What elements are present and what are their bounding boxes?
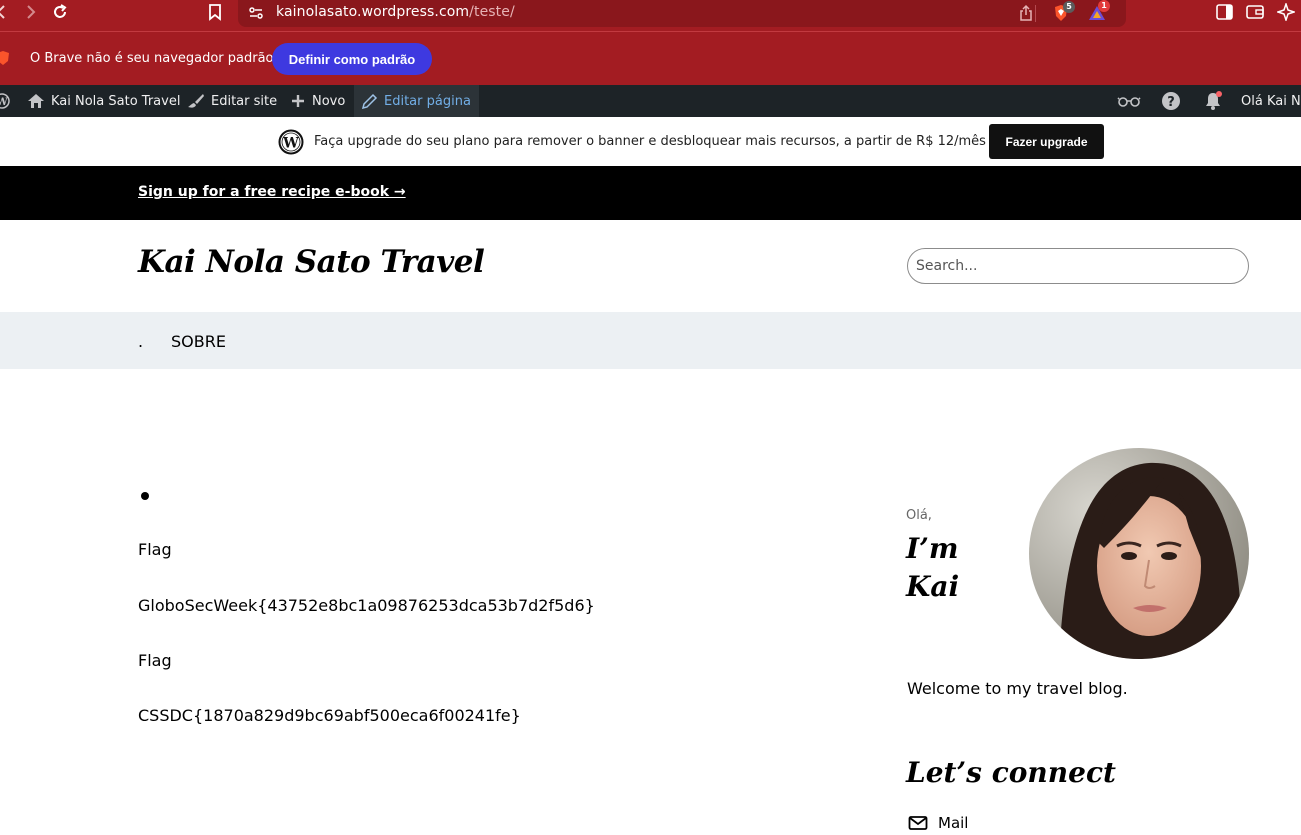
content-line-2: GloboSecWeek{43752e8bc1a09876253dca53b7d… xyxy=(138,596,595,615)
leo-ai-icon[interactable] xyxy=(1277,3,1295,21)
set-default-button[interactable]: Definir como padrão xyxy=(272,43,432,75)
upgrade-banner: W Faça upgrade do seu plano para remover… xyxy=(0,117,1301,166)
avatar xyxy=(1029,448,1249,659)
content-line-3: Flag xyxy=(138,651,172,670)
brave-rewards-icon[interactable]: 1 xyxy=(1088,0,1110,22)
wordpress-logo-icon[interactable]: W xyxy=(0,85,16,117)
plus-icon xyxy=(292,95,304,107)
admin-new-label: Novo xyxy=(312,93,346,109)
menu-item-dot[interactable]: . xyxy=(138,332,143,351)
wp-admin-bar: W Kai Nola Sato Travel Editar site Novo … xyxy=(0,85,1301,117)
home-icon xyxy=(28,94,44,108)
forward-icon[interactable] xyxy=(24,3,36,21)
share-icon[interactable] xyxy=(1018,4,1034,22)
ebook-signup-link[interactable]: Sign up for a free recipe e-book → xyxy=(138,184,406,200)
help-icon[interactable]: ? xyxy=(1161,85,1187,117)
admin-edit-page[interactable]: Editar página xyxy=(354,85,479,117)
content-line-4: CSSDC{1870a829d9bc69abf500eca6f00241fe} xyxy=(138,706,521,725)
reload-icon[interactable] xyxy=(51,3,69,21)
site-title[interactable]: Kai Nola Sato Travel xyxy=(138,244,485,280)
sidebar-heading: I’m Kai xyxy=(906,532,960,603)
address-bar[interactable]: kainolasato.wordpress.com/teste/ 5 1 xyxy=(238,0,1126,27)
wordpress-logo-icon: W xyxy=(278,129,304,155)
promo-bar: Sign up for a free recipe e-book → xyxy=(0,166,1301,220)
brush-icon xyxy=(188,94,204,108)
svg-text:W: W xyxy=(0,97,8,108)
list-bullet xyxy=(141,492,149,500)
svg-text:W: W xyxy=(282,136,299,152)
mail-link[interactable]: Mail xyxy=(908,814,968,832)
shields-count-badge: 5 xyxy=(1063,1,1075,13)
url-path: /teste/ xyxy=(469,4,515,20)
upgrade-text: Faça upgrade do seu plano para remover o… xyxy=(314,134,986,149)
rewards-count-badge: 1 xyxy=(1098,0,1110,12)
mail-icon xyxy=(908,816,928,830)
connect-heading: Let’s connect xyxy=(906,756,1116,789)
notifications-icon[interactable] xyxy=(1203,85,1229,117)
notice-text: O Brave não é seu navegador padrão xyxy=(30,51,274,66)
brave-shields-icon[interactable]: 5 xyxy=(1053,1,1075,22)
upgrade-button[interactable]: Fazer upgrade xyxy=(989,124,1104,159)
admin-edit-site[interactable]: Editar site xyxy=(187,85,277,117)
search-input[interactable] xyxy=(907,248,1249,284)
url-text: kainolasato.wordpress.com/teste/ xyxy=(276,4,515,20)
pencil-icon xyxy=(362,93,378,109)
url-domain: kainolasato.wordpress.com xyxy=(276,4,470,20)
admin-greeting[interactable]: Olá Kai Nola xyxy=(1241,85,1301,117)
brave-logo-icon xyxy=(0,50,10,66)
admin-edit-page-label: Editar página xyxy=(384,93,471,109)
sidebar-hello: Olá, xyxy=(906,508,932,523)
back-icon[interactable] xyxy=(0,3,8,21)
sidebar-icon[interactable] xyxy=(1216,4,1233,22)
browser-toolbar: kainolasato.wordpress.com/teste/ 5 1 xyxy=(0,0,1301,32)
site-settings-icon[interactable] xyxy=(248,5,264,21)
reader-icon[interactable] xyxy=(1117,85,1147,117)
mail-label: Mail xyxy=(938,814,969,832)
admin-site-name[interactable]: Kai Nola Sato Travel xyxy=(27,85,180,117)
content-line-1: Flag xyxy=(138,540,172,559)
admin-edit-site-label: Editar site xyxy=(211,93,278,109)
bookmark-icon[interactable] xyxy=(208,3,222,21)
main-menu: . SOBRE xyxy=(0,312,1301,369)
sidebar-welcome: Welcome to my travel blog. xyxy=(907,679,1128,698)
menu-item-sobre[interactable]: SOBRE xyxy=(171,332,226,351)
admin-site-name-label: Kai Nola Sato Travel xyxy=(51,93,181,109)
default-browser-notice: O Brave não é seu navegador padrão Defin… xyxy=(0,32,1301,85)
admin-new[interactable]: Novo xyxy=(290,85,345,117)
address-divider xyxy=(1035,5,1036,22)
wallet-icon[interactable] xyxy=(1246,4,1264,22)
svg-text:?: ? xyxy=(1167,95,1175,110)
